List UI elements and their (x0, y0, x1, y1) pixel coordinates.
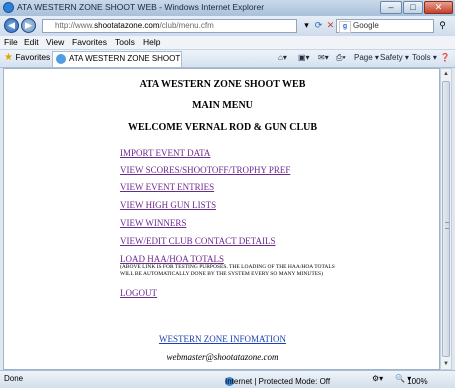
status-bar: Done Internet | Protected Mode: Off ⚙▾ 🔍… (0, 370, 455, 388)
menu-file[interactable]: File (4, 37, 18, 47)
print-icon[interactable]: ⎙▾ (336, 53, 346, 63)
search-provider-label: Google (353, 21, 379, 30)
back-button[interactable]: ◀ (4, 18, 19, 33)
status-text: Done (4, 374, 24, 383)
zone-label: Internet | Protected Mode: Off (225, 377, 331, 386)
tab-title: ATA WESTERN ZONE SHOOT WEB (69, 54, 181, 63)
protected-mode-icon[interactable]: ⚙▾ (372, 374, 383, 383)
menu-view[interactable]: View (46, 37, 64, 47)
feeds-icon[interactable]: ▣▾ (298, 53, 310, 62)
menu-help[interactable]: Help (143, 37, 160, 47)
forward-button[interactable]: ▶ (21, 18, 36, 33)
ie-logo-icon (3, 2, 14, 13)
zoom-control[interactable]: 🔍 100% ▾ (395, 374, 428, 386)
webmaster-email: webmaster@shootatazone.com (166, 352, 279, 362)
site-title: ATA WESTERN ZONE SHOOT WEB (139, 79, 306, 90)
url-domain: shootatazone.com (94, 21, 160, 30)
safety-menu[interactable]: Safety ▾ (380, 53, 409, 62)
grip-icon (445, 222, 449, 229)
scroll-down-icon[interactable]: ▼ (441, 359, 451, 369)
page-icon (56, 54, 66, 64)
tools-menu[interactable]: Tools ▾ (412, 53, 437, 62)
view-edit-club-contact-link[interactable]: VIEW/EDIT CLUB CONTACT DETAILS (120, 236, 275, 246)
star-icon: ★ (4, 52, 13, 63)
menu-tools[interactable]: Tools (115, 37, 135, 47)
mail-icon[interactable]: ✉▾ (318, 53, 329, 62)
search-icon[interactable]: ⚲ (436, 19, 449, 32)
browser-window: ATA WESTERN ZONE SHOOT WEB - Windows Int… (0, 0, 455, 388)
search-input[interactable]: g Google (336, 19, 434, 33)
page-menu[interactable]: Page ▾ (354, 53, 379, 62)
address-input[interactable]: http://www.shootatazone.com/club/menu.cf… (42, 19, 297, 33)
menu-edit[interactable]: Edit (24, 37, 39, 47)
window-title: ATA WESTERN ZONE SHOOT WEB - Windows Int… (17, 2, 265, 12)
main-menu-heading: MAIN MENU (192, 100, 253, 111)
note-line-2: WILL BE AUTOMATICALLY DONE BY THE SYSTEM… (120, 270, 323, 277)
tab-active[interactable]: ATA WESTERN ZONE SHOOT WEB (52, 51, 182, 67)
import-event-data-link[interactable]: IMPORT EVENT DATA (120, 148, 210, 158)
zoom-level: 100% (407, 377, 428, 386)
close-button[interactable]: ✕ (424, 1, 453, 14)
title-bar[interactable]: ATA WESTERN ZONE SHOOT WEB - Windows Int… (0, 0, 455, 16)
favorites-label: Favorites (15, 52, 51, 62)
western-zone-info-link[interactable]: WESTERN ZONE INFOMATION (4, 334, 439, 344)
welcome-heading: WELCOME VERNAL ROD & GUN CLUB (128, 122, 317, 133)
vertical-scrollbar[interactable]: ▲ ▼ (440, 68, 452, 370)
address-toolbar: ◀ ▶ http://www.shootatazone.com/club/men… (0, 16, 455, 36)
page-content: ATA WESTERN ZONE SHOOT WEB MAIN MENU WEL… (3, 68, 440, 370)
view-winners-link[interactable]: VIEW WINNERS (120, 218, 186, 228)
minimize-button[interactable]: – (380, 1, 402, 14)
scroll-thumb[interactable] (442, 81, 450, 357)
url-path: /club/menu.cfm (159, 21, 214, 30)
scroll-up-icon[interactable]: ▲ (441, 69, 451, 79)
view-event-entries-link[interactable]: VIEW EVENT ENTRIES (120, 182, 214, 192)
view-scores-link[interactable]: VIEW SCORES/SHOOTOFF/TROPHY PREF (120, 165, 290, 175)
help-icon[interactable]: ❓ (440, 53, 450, 62)
google-icon: g (339, 21, 351, 33)
maximize-button[interactable]: □ (403, 1, 423, 14)
haa-hoa-note: (ABOVE LINK IS FOR TESTING PURPOSES. THE… (120, 264, 420, 277)
menu-favorites[interactable]: Favorites (72, 37, 107, 47)
load-haa-hoa-totals-link[interactable]: LOAD HAA/HOA TOTALS (120, 254, 224, 264)
home-icon[interactable]: ⌂▾ (278, 53, 287, 62)
url-prefix: http://www. (55, 21, 95, 30)
menu-bar: File Edit View Favorites Tools Help (0, 36, 455, 50)
favorites-button[interactable]: ★ Favorites (4, 52, 50, 63)
view-high-gun-lists-link[interactable]: VIEW HIGH GUN LISTS (120, 200, 216, 210)
favorites-bar: ★ Favorites ATA WESTERN ZONE SHOOT WEB ⌂… (0, 50, 455, 68)
logout-link[interactable]: LOGOUT (120, 288, 157, 298)
